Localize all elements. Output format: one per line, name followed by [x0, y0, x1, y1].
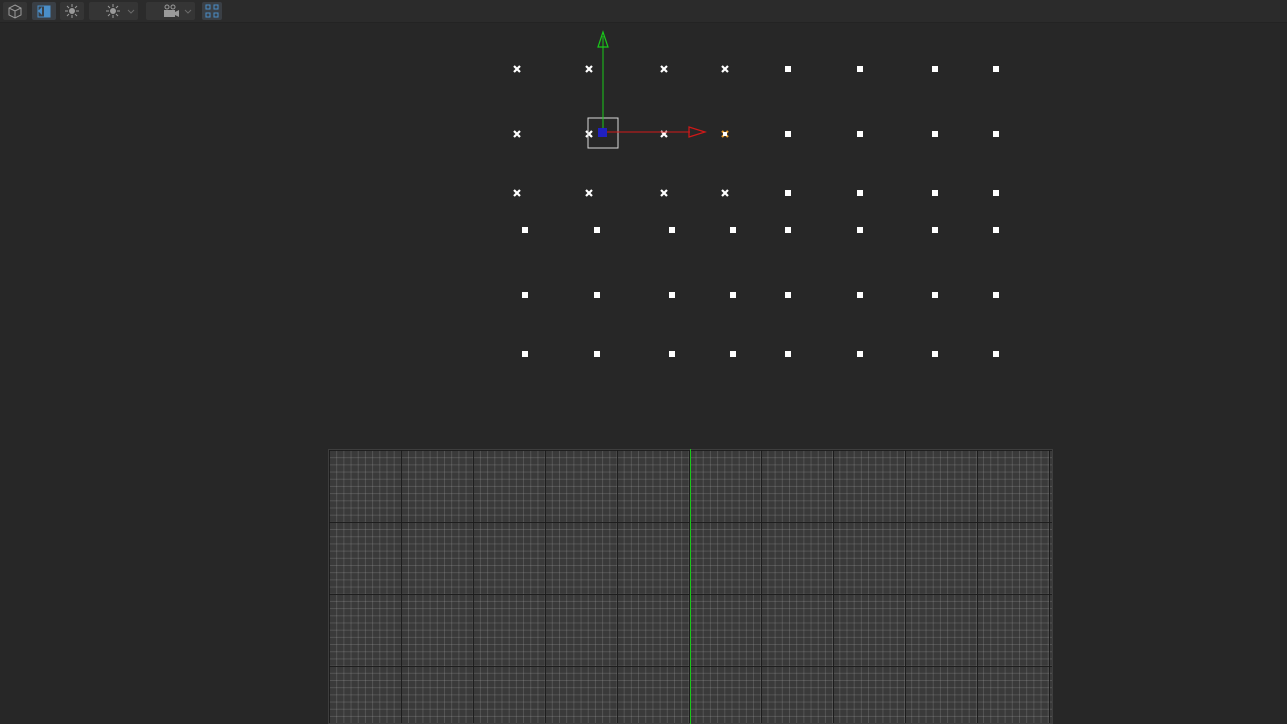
control-point-cross[interactable] [660, 189, 668, 197]
control-point-cross[interactable] [585, 65, 593, 73]
control-point[interactable] [857, 227, 863, 233]
control-point[interactable] [785, 131, 791, 137]
control-point[interactable] [730, 227, 736, 233]
control-point[interactable] [993, 66, 999, 72]
control-point[interactable] [594, 227, 600, 233]
control-point[interactable] [993, 292, 999, 298]
scene-viewport[interactable] [0, 0, 1287, 449]
control-point[interactable] [669, 227, 675, 233]
control-point-cross[interactable] [513, 130, 521, 138]
control-point[interactable] [932, 292, 938, 298]
control-point[interactable] [730, 292, 736, 298]
control-point[interactable] [785, 227, 791, 233]
control-point[interactable] [522, 292, 528, 298]
control-point[interactable] [669, 292, 675, 298]
control-point[interactable] [785, 190, 791, 196]
control-point[interactable] [594, 351, 600, 357]
control-point-cross[interactable] [513, 65, 521, 73]
control-point[interactable] [993, 131, 999, 137]
control-point[interactable] [594, 292, 600, 298]
control-point[interactable] [522, 351, 528, 357]
gizmo-x-arrow-icon[interactable] [688, 126, 708, 138]
control-point[interactable] [857, 351, 863, 357]
control-point[interactable] [857, 190, 863, 196]
control-point[interactable] [857, 131, 863, 137]
control-point[interactable] [730, 351, 736, 357]
control-point[interactable] [993, 351, 999, 357]
control-point[interactable] [993, 227, 999, 233]
control-point[interactable] [993, 190, 999, 196]
control-point[interactable] [785, 292, 791, 298]
gizmo-center-handle[interactable] [598, 128, 607, 137]
control-point[interactable] [669, 351, 675, 357]
control-point[interactable] [857, 292, 863, 298]
control-point[interactable] [932, 227, 938, 233]
control-point[interactable] [932, 190, 938, 196]
control-point[interactable] [932, 131, 938, 137]
control-point[interactable] [932, 351, 938, 357]
control-point-cross[interactable] [721, 189, 729, 197]
control-point-cross[interactable] [721, 65, 729, 73]
control-point-cross[interactable] [660, 65, 668, 73]
selected-control-point[interactable] [721, 130, 729, 138]
control-point-cross[interactable] [585, 189, 593, 197]
control-point-cross[interactable] [585, 130, 593, 138]
control-point[interactable] [785, 351, 791, 357]
control-point-cross[interactable] [513, 189, 521, 197]
control-point[interactable] [932, 66, 938, 72]
control-point[interactable] [857, 66, 863, 72]
grid-y-axis-line [690, 449, 691, 724]
control-point[interactable] [785, 66, 791, 72]
control-point[interactable] [522, 227, 528, 233]
